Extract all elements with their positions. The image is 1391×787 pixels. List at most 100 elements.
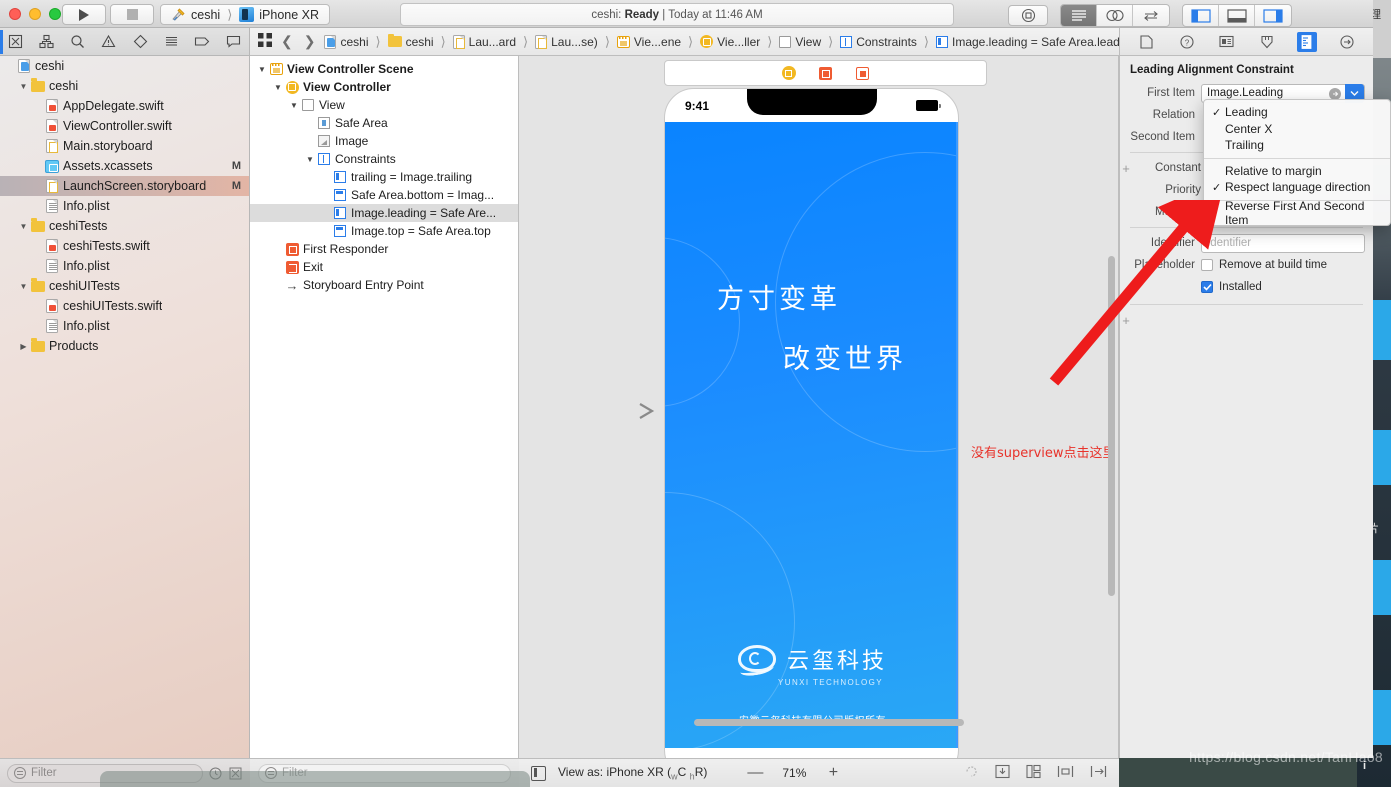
forward-button[interactable]: ❯ (302, 33, 318, 50)
assistant-editor-button[interactable] (1097, 5, 1133, 26)
disclosure-triangle[interactable]: ▼ (288, 101, 300, 110)
outline-row[interactable]: → Storyboard Entry Point (250, 276, 518, 294)
navigator-row[interactable]: ▶ Products (0, 336, 249, 356)
add-constraints-icon[interactable] (1090, 764, 1107, 782)
breadcrumb-item-0[interactable]: ceshi (324, 34, 368, 49)
run-button[interactable] (62, 4, 106, 25)
breakpoint-navigator-icon[interactable] (187, 28, 218, 56)
navigator-row[interactable]: ceshiTests.swift (0, 236, 249, 256)
outline-row[interactable]: trailing = Image.trailing (250, 168, 518, 186)
disclosure-triangle[interactable]: ▼ (18, 222, 29, 231)
document-outline[interactable]: ▼ View Controller Scene ▼ View Controller ▼ V… (250, 56, 519, 758)
panel-toggles-segmented[interactable] (1182, 4, 1292, 27)
quick-help-inspector-icon[interactable]: ? (1177, 32, 1197, 52)
device-preview[interactable]: 9:41 方寸变革 改变世界 云玺科技 YUNXI TECHNOLOGY 安徽云… (664, 88, 959, 758)
outline-row[interactable]: Safe Area (250, 114, 518, 132)
navigator-row[interactable]: LaunchScreen.storyboard M (0, 176, 249, 196)
navigator-row[interactable]: ▼ ceshi (0, 76, 249, 96)
breadcrumb-item-6[interactable]: View (779, 35, 821, 49)
disclosure-triangle[interactable]: ▼ (272, 83, 284, 92)
navigator-row[interactable]: ViewController.swift (0, 116, 249, 136)
navigator-row[interactable]: ▼ ceshiTests (0, 216, 249, 236)
identity-inspector-icon[interactable] (1217, 32, 1237, 52)
breadcrumb-item-5[interactable]: Vie...ller (700, 35, 760, 49)
align-icon[interactable] (1057, 764, 1074, 782)
menu-item[interactable]: ✓ Respect language direction (1204, 179, 1390, 196)
navigator-row[interactable]: Main.storyboard (0, 136, 249, 156)
exit-dock-icon[interactable] (855, 66, 870, 81)
view-as-label[interactable]: View as: iPhone XR (wC hR) (558, 765, 707, 781)
test-navigator-icon[interactable] (125, 28, 156, 56)
menu-item[interactable]: Relative to margin (1204, 163, 1390, 180)
plus-icon[interactable]: + (1120, 161, 1132, 176)
zoom-out-button[interactable]: — (745, 764, 765, 782)
breadcrumb-item-3[interactable]: Lau...se) (535, 34, 598, 49)
version-editor-button[interactable] (1133, 5, 1169, 26)
window-controls[interactable] (9, 8, 61, 20)
outline-row[interactable]: Image (250, 132, 518, 150)
connections-inspector-icon[interactable] (1337, 32, 1357, 52)
disclosure-triangle[interactable]: ▼ (304, 155, 316, 164)
resolve-auto-layout-icon[interactable] (995, 764, 1010, 782)
menu-item[interactable]: Center X (1204, 121, 1390, 138)
disclosure-triangle[interactable]: ▼ (256, 65, 268, 74)
breadcrumb-item-8[interactable]: Image.leading = Safe Area.leading (936, 35, 1136, 49)
zoom-in-button[interactable]: + (823, 764, 843, 782)
file-inspector-icon[interactable] (1137, 32, 1157, 52)
standard-editor-button[interactable] (1061, 5, 1097, 26)
navigator-row[interactable]: Info.plist (0, 196, 249, 216)
outline-tree[interactable]: ▼ View Controller Scene ▼ View Controller ▼ V… (250, 56, 518, 294)
project-navigator-icon[interactable] (0, 28, 31, 56)
minimize-button[interactable] (29, 8, 41, 20)
back-button[interactable]: ❮ (279, 33, 295, 50)
attributes-inspector-icon[interactable] (1257, 32, 1277, 52)
view-controller-dock-icon[interactable] (781, 66, 796, 81)
outline-row[interactable]: Image.top = Safe Area.top (250, 222, 518, 240)
size-inspector-icon[interactable] (1296, 31, 1317, 52)
canvas-horizontal-scrollbar[interactable] (519, 715, 1118, 729)
maximize-button[interactable] (49, 8, 61, 20)
debug-navigator-icon[interactable] (156, 28, 187, 56)
toggle-navigator-button[interactable] (1183, 5, 1219, 26)
report-navigator-icon[interactable] (218, 28, 249, 56)
close-button[interactable] (9, 8, 21, 20)
jump-bar[interactable]: ❮ ❯ ceshi ⟩ ceshi ⟩ Lau...ard ⟩ Lau...se… (250, 28, 1136, 56)
update-frames-icon[interactable] (964, 764, 979, 782)
navigator-row[interactable]: Assets.xcassets M (0, 156, 249, 176)
embed-in-icon[interactable] (1026, 764, 1041, 782)
navigator-row[interactable]: ceshiUITests.swift (0, 296, 249, 316)
outline-row[interactable]: Safe Area.bottom = Imag... (250, 186, 518, 204)
scrollbar-thumb[interactable] (694, 719, 964, 726)
editor-mode-segmented[interactable] (1060, 4, 1170, 27)
storyboard-canvas[interactable]: 9:41 方寸变革 改变世界 云玺科技 YUNXI TECHNOLOGY 安徽云… (519, 56, 1119, 758)
inspector-selector-bar[interactable]: ? (1119, 28, 1373, 56)
navigator-row[interactable]: ▼ ceshiUITests (0, 276, 249, 296)
outline-row[interactable]: ▼ Constraints (250, 150, 518, 168)
project-navigator[interactable]: ceshi ▼ ceshi AppDelegate.swift ViewControll… (0, 56, 250, 758)
outline-row[interactable]: Image.leading = Safe Are... (250, 204, 518, 222)
device-config-icon[interactable] (531, 765, 546, 781)
navigator-selector-bar[interactable] (0, 28, 250, 56)
navigator-row[interactable]: ceshi (0, 56, 249, 76)
breadcrumb-item-7[interactable]: Constraints (840, 35, 917, 49)
file-tree[interactable]: ceshi ▼ ceshi AppDelegate.swift ViewControll… (0, 56, 249, 356)
outline-row[interactable]: First Responder (250, 240, 518, 258)
navigator-row[interactable]: Info.plist (0, 316, 249, 336)
breadcrumb-item-1[interactable]: ceshi (387, 33, 434, 49)
related-items-icon[interactable] (258, 33, 272, 50)
scene-dock[interactable] (664, 60, 987, 86)
first-responder-dock-icon[interactable] (818, 66, 833, 81)
toggle-debug-area-button[interactable] (1219, 5, 1255, 26)
breadcrumb-item-2[interactable]: Lau...ard (452, 34, 516, 49)
scheme-selector[interactable]: ceshi ⟩ iPhone XR (160, 4, 331, 25)
toggle-inspector-button[interactable] (1255, 5, 1291, 26)
library-button[interactable] (1008, 5, 1048, 26)
find-navigator-icon[interactable] (62, 28, 93, 56)
outline-row[interactable]: ▼ View (250, 96, 518, 114)
menu-item[interactable]: Trailing (1204, 137, 1390, 154)
canvas-bottom-bar[interactable]: View as: iPhone XR (wC hR) — 71% + (519, 758, 1119, 787)
launch-screen-image[interactable]: 方寸变革 改变世界 云玺科技 YUNXI TECHNOLOGY 安徽云玺科技有限… (665, 122, 958, 748)
navigator-row[interactable]: AppDelegate.swift (0, 96, 249, 116)
issue-navigator-icon[interactable] (93, 28, 124, 56)
clear-icon[interactable] (1329, 87, 1341, 100)
